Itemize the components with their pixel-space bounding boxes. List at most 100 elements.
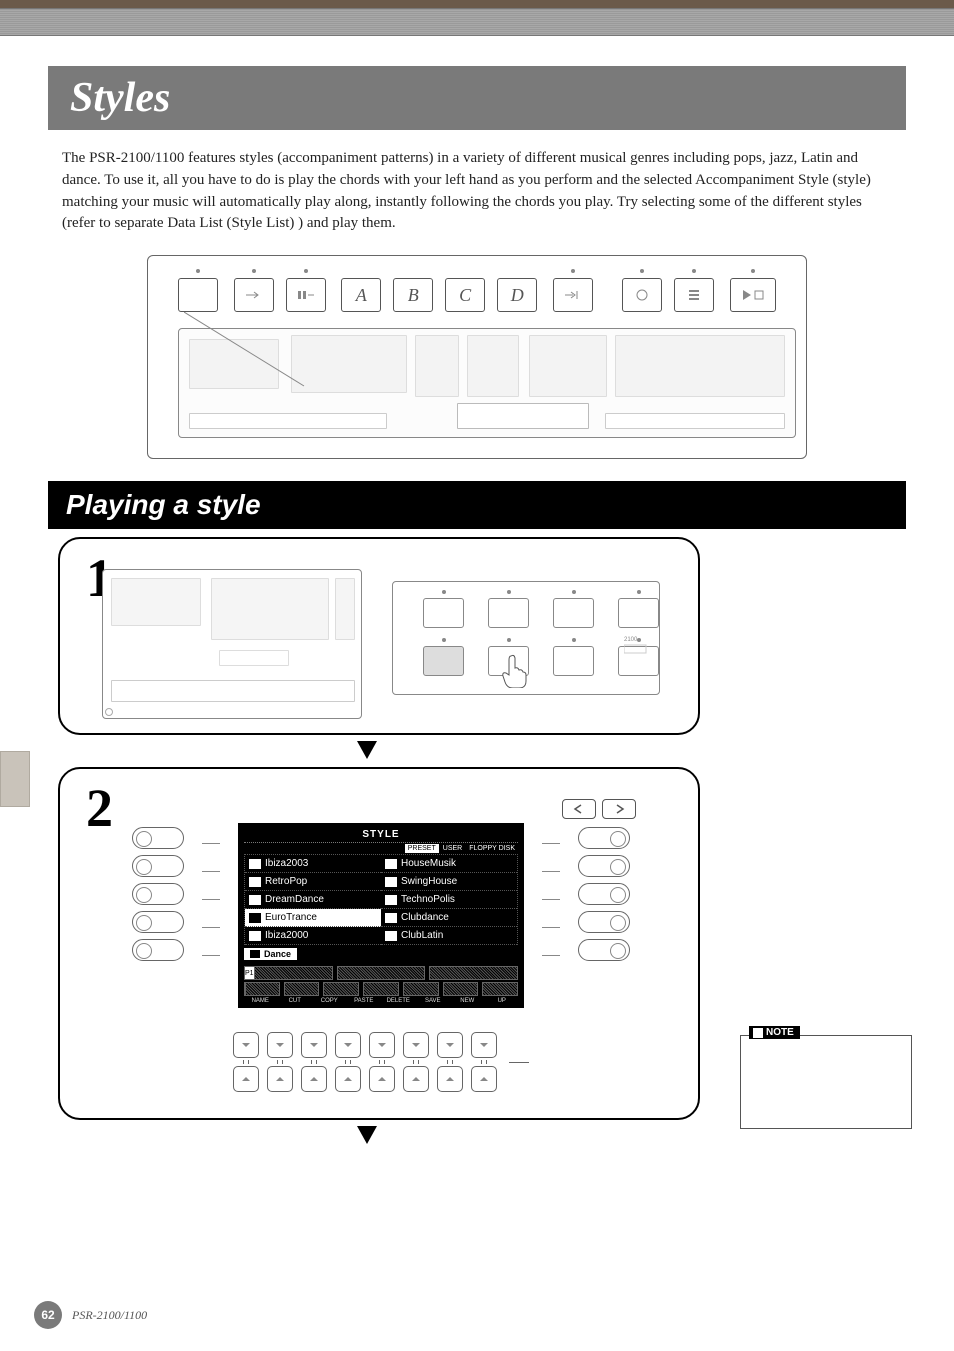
zoom-button (488, 598, 529, 628)
right-leader-lines (542, 833, 560, 957)
toggle-button (437, 1032, 463, 1092)
lcd-item-selected: EuroTrance (245, 909, 381, 927)
lcd-tab-preset: PRESET (405, 844, 439, 853)
selector-knob (132, 855, 184, 877)
lcd-footer-labels: NAME CUT COPY PASTE DELETE SAVE NEW UP (244, 998, 518, 1004)
page-footer: 62 PSR-2100/1100 (34, 1301, 147, 1329)
lcd-item: DreamDance (245, 891, 381, 909)
svg-text:2100: 2100 (624, 637, 638, 643)
panel-button-d: D (497, 278, 537, 312)
style-icon (249, 877, 261, 887)
panel-button-a: A (341, 278, 381, 312)
panel-button-play-stop (730, 278, 776, 312)
style-icon (385, 859, 397, 869)
lcd-foot-button-up (244, 982, 246, 996)
lcd-item: ClubLatin (381, 927, 517, 945)
toggle-button (335, 1032, 361, 1092)
step1-zoom-panel (392, 581, 660, 695)
lcd-category-label: Dance (244, 948, 297, 960)
bottom-toggle-row (233, 1032, 529, 1092)
selector-knob (132, 883, 184, 905)
model-badge: 2100 (624, 631, 654, 657)
panel-button (674, 278, 714, 312)
panel-button (622, 278, 662, 312)
next-button (602, 799, 636, 819)
lcd-item: RetroPop (245, 873, 381, 891)
style-icon (249, 913, 261, 923)
leader-line (509, 1062, 529, 1063)
lcd-item: TechnoPolis (381, 891, 517, 909)
lcd-style-grid: Ibiza2003 HouseMusik RetroPop SwingHouse… (244, 854, 518, 945)
selector-knob (578, 827, 630, 849)
jack-icon (105, 708, 113, 716)
lcd-page-indicator: P1 (244, 966, 255, 980)
lcd-title: STYLE (244, 829, 518, 840)
note-icon (753, 1028, 763, 1038)
zoom-button (618, 598, 659, 628)
down-arrow-icon (357, 741, 377, 759)
panel-button (234, 278, 274, 312)
panel-button (286, 278, 326, 312)
style-icon (385, 913, 397, 923)
selector-knob (132, 911, 184, 933)
lcd-foot-button (429, 966, 518, 980)
intro-paragraph: The PSR-2100/1100 features styles (accom… (62, 148, 894, 235)
panel-button-b: B (393, 278, 433, 312)
toggle-button (369, 1032, 395, 1092)
style-icon (385, 877, 397, 887)
chapter-title-bar: Styles (48, 66, 906, 130)
style-icon (249, 895, 261, 905)
panel-button (178, 278, 218, 312)
lcd-foot-button (363, 982, 399, 996)
selector-knob (132, 827, 184, 849)
page-model-label: PSR-2100/1100 (72, 1308, 147, 1323)
lcd-item: Ibiza2003 (245, 855, 381, 873)
zoom-button (423, 598, 464, 628)
lcd-tab-floppy: FLOPPY DISK (466, 844, 518, 853)
lcd-foot-button (403, 982, 439, 996)
selector-knob (578, 911, 630, 933)
style-icon (249, 931, 261, 941)
panel-button-c: C (445, 278, 485, 312)
lcd-item: HouseMusik (381, 855, 517, 873)
section-thumb-tab (0, 751, 30, 807)
note-callout-box: NOTE (740, 1035, 912, 1129)
selector-knob (132, 939, 184, 961)
control-panel-illustration: A B C D (147, 255, 807, 459)
callout-line (184, 312, 314, 392)
folder-icon (250, 950, 260, 958)
style-icon (385, 931, 397, 941)
toggle-button (471, 1032, 497, 1092)
lcd-item: Ibiza2000 (245, 927, 381, 945)
lcd-tab-user: USER (440, 844, 465, 853)
zoom-button-highlighted (423, 646, 464, 676)
lcd-foot-button (323, 982, 359, 996)
panel-button (553, 278, 593, 312)
step-number-2: 2 (86, 777, 113, 839)
right-selector-knobs (578, 827, 630, 961)
lcd-foot-button (244, 982, 280, 996)
chapter-title: Styles (70, 74, 884, 122)
lcd-tabs: PRESETUSERFLOPPY DISK (244, 845, 518, 852)
step-1-box: 1 (58, 537, 700, 735)
lcd-foot-button (482, 982, 518, 996)
finger-press-icon (501, 654, 527, 688)
lcd-item: SwingHouse (381, 873, 517, 891)
back-button (562, 799, 596, 819)
left-selector-knobs (132, 827, 184, 961)
section-heading-bar: Playing a style (48, 481, 906, 529)
page-body: A B C D (0, 255, 954, 1144)
note-body (741, 1036, 911, 1128)
lcd-item: Clubdance (381, 909, 517, 927)
lcd-foot-button (443, 982, 479, 996)
top-brown-stripe (0, 0, 954, 8)
toggle-button (267, 1032, 293, 1092)
lcd-foot-button (284, 982, 320, 996)
step1-left-panel-illustration (102, 569, 362, 719)
zoom-button (553, 646, 594, 676)
selector-knob (578, 855, 630, 877)
note-label-tab: NOTE (749, 1026, 800, 1039)
back-next-buttons (562, 799, 636, 819)
down-arrow-icon (357, 1126, 377, 1144)
toggle-button (403, 1032, 429, 1092)
